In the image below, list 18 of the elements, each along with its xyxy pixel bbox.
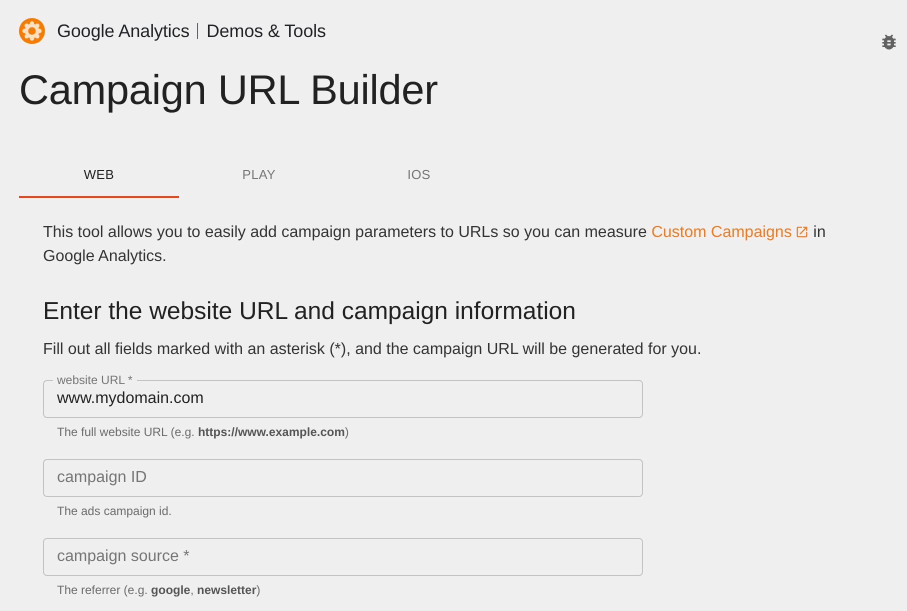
helper-text: The full website URL (e.g. https://www.example.com) [57, 425, 350, 439]
section-name: Demos & Tools [206, 20, 326, 42]
gear-logo-icon [19, 18, 45, 44]
brand-name: Google Analytics [57, 20, 190, 42]
page-title: Campaign URL Builder [19, 66, 439, 114]
instructions-text: Fill out all fields marked with an asterisk (*), and the campaign URL will be generated for you. [43, 340, 702, 360]
tab[interactable]: WEB [19, 152, 179, 198]
intro-text: This tool allows you to easily add campaign parameters to URLs so you can measure Custom Campaigns in Google Analytics. [43, 223, 827, 267]
tab[interactable]: PLAY [179, 152, 339, 198]
helper-text: The referrer (e.g. google, newsletter) [57, 583, 262, 597]
custom-campaigns-link[interactable]: Custom Campaigns [651, 224, 809, 241]
input-field[interactable]: campaign ID [43, 459, 643, 497]
tab[interactable]: IOS [339, 152, 499, 198]
external-link-icon [794, 225, 809, 239]
field-label: website URL * [53, 373, 137, 387]
section-heading: Enter the website URL and campaign information [43, 297, 577, 327]
helper-text: The ads campaign id. [57, 504, 173, 518]
input-field[interactable]: campaign source * [43, 538, 643, 576]
